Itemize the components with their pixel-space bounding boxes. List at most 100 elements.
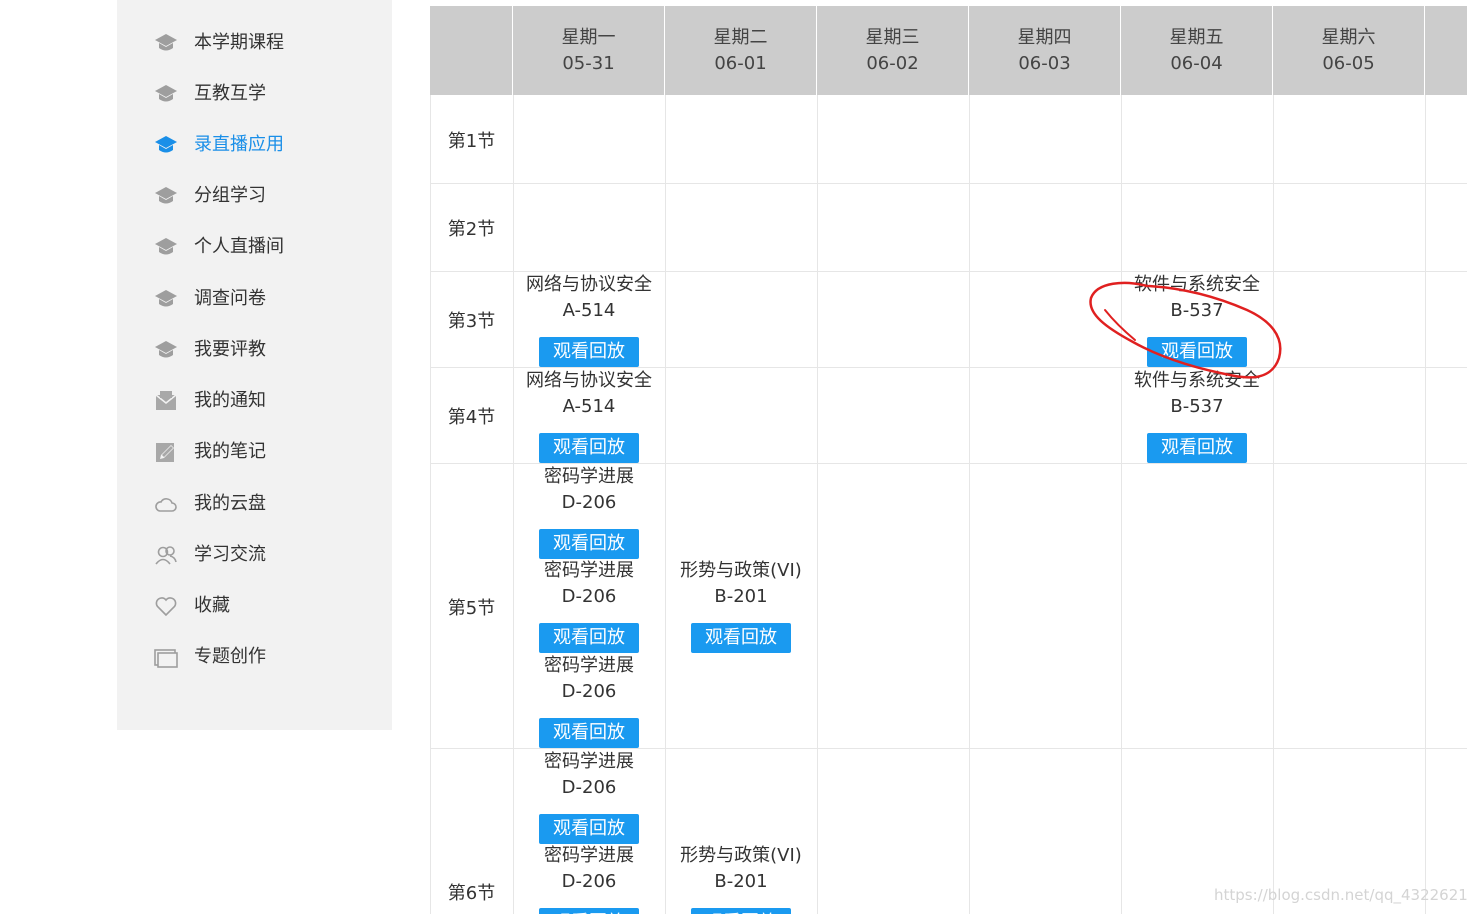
course-name: 密码学进展	[544, 466, 634, 487]
sidebar-item-cloud-disk[interactable]: 我的云盘	[117, 478, 392, 529]
watch-replay-button[interactable]: 观看回放	[539, 908, 639, 914]
watch-replay-button[interactable]: 观看回放	[691, 908, 791, 914]
sidebar-item-label: 录直播应用	[194, 134, 284, 155]
day-header: 星期三 06-02	[817, 6, 969, 95]
course-room: B-537	[1170, 396, 1224, 417]
watch-replay-button[interactable]: 观看回放	[539, 718, 639, 748]
notepad-icon	[156, 443, 174, 462]
sidebar-item-label: 分组学习	[194, 185, 266, 206]
cap-icon	[155, 238, 177, 255]
sidebar-item-peer-learning[interactable]: 互教互学	[117, 68, 392, 119]
course-name: 网络与协议安全	[526, 370, 652, 391]
course-room: B-201	[714, 586, 768, 607]
course-name: 软件与系统安全	[1134, 370, 1260, 391]
day-header: 星期四 06-03	[969, 6, 1121, 95]
watermark: https://blog.csdn.net/qq_43226213	[1214, 886, 1467, 904]
grid-line	[817, 95, 818, 914]
sidebar-item-label: 我要评教	[194, 339, 266, 360]
cap-icon	[155, 187, 177, 204]
course-card: 网络与协议安全 A-514 观看回放	[513, 272, 665, 367]
watch-replay-button[interactable]: 观看回放	[539, 337, 639, 367]
grid-line	[430, 183, 1467, 184]
day-date: 06-04	[1170, 53, 1223, 74]
day-name: 星期三	[865, 27, 920, 48]
course-room: B-537	[1170, 300, 1224, 321]
sidebar-item-personal-live[interactable]: 个人直播间	[117, 221, 392, 272]
course-room: A-514	[562, 396, 616, 417]
course-room: D-206	[561, 492, 617, 513]
sidebar-item-discussion[interactable]: 学习交流	[117, 529, 392, 580]
period-label: 第2节	[447, 219, 496, 240]
course-card: 形势与政策(VI) B-201 观看回放	[665, 558, 817, 653]
day-name: 星期二	[713, 27, 768, 48]
heart-icon	[155, 597, 177, 617]
watch-replay-button[interactable]: 观看回放	[539, 433, 639, 463]
course-card: 软件与系统安全 B-537 观看回放	[1121, 368, 1273, 463]
grid-line	[969, 95, 970, 914]
day-date: 06-01	[714, 53, 767, 74]
day-date: 05-31	[562, 53, 615, 74]
cloud-icon	[155, 498, 177, 512]
sidebar-item-survey[interactable]: 调查问卷	[117, 273, 392, 324]
grid-line	[1121, 95, 1122, 914]
course-card: 形势与政策(VI) B-201 观看回放	[665, 843, 817, 914]
course-name: 网络与协议安全	[526, 274, 652, 295]
period-label: 第1节	[447, 131, 496, 152]
sidebar-item-notifications[interactable]: 我的通知	[117, 375, 392, 426]
watch-replay-button[interactable]: 观看回放	[1147, 337, 1247, 367]
watch-replay-button[interactable]: 观看回放	[539, 623, 639, 653]
sidebar-item-label: 本学期课程	[194, 32, 284, 53]
sidebar-item-label: 收藏	[194, 595, 230, 616]
grid-line	[1425, 95, 1426, 914]
sidebar-item-favorites[interactable]: 收藏	[117, 580, 392, 631]
day-header: 星期一 05-31	[513, 6, 665, 95]
sidebar-item-notes[interactable]: 我的笔记	[117, 426, 392, 477]
sidebar-item-evaluation[interactable]: 我要评教	[117, 324, 392, 375]
cap-icon	[155, 85, 177, 102]
sidebar-item-group-study[interactable]: 分组学习	[117, 170, 392, 221]
course-name: 软件与系统安全	[1134, 274, 1260, 295]
watch-replay-button[interactable]: 观看回放	[539, 529, 639, 559]
course-room: D-206	[561, 586, 617, 607]
cap-icon	[155, 136, 177, 153]
course-card: 软件与系统安全 B-537 观看回放	[1121, 272, 1273, 367]
cap-icon	[155, 290, 177, 307]
watch-replay-button[interactable]: 观看回放	[539, 814, 639, 844]
grid-line	[1273, 95, 1274, 914]
sidebar-item-recording-apps[interactable]: 录直播应用	[117, 119, 392, 170]
users-icon	[155, 546, 177, 565]
window-icon	[154, 649, 178, 668]
course-room: D-206	[561, 871, 617, 892]
sidebar-item-label: 互教互学	[194, 83, 266, 104]
course-card: 密码学进展 D-206 观看回放	[513, 558, 665, 653]
sidebar: 本学期课程 互教互学 录直播应用 分组学习 个人直播间 调查问卷 我要评教 我的…	[117, 0, 392, 730]
watch-replay-button[interactable]: 观看回放	[1147, 433, 1247, 463]
period-label: 第4节	[447, 407, 496, 428]
day-date: 06-03	[1018, 53, 1071, 74]
cap-icon	[155, 341, 177, 358]
course-room: D-206	[561, 681, 617, 702]
sidebar-item-current-courses[interactable]: 本学期课程	[117, 17, 392, 68]
watch-replay-button[interactable]: 观看回放	[691, 623, 791, 653]
sidebar-item-label: 调查问卷	[194, 288, 266, 309]
course-room: B-201	[714, 871, 768, 892]
sidebar-item-label: 我的笔记	[194, 441, 266, 462]
course-name: 密码学进展	[544, 655, 634, 676]
course-schedule: 星期一 05-31 星期二 06-01 星期三 06-02 星期四 06-03 …	[430, 6, 1467, 914]
course-name: 形势与政策(VI)	[680, 560, 802, 581]
sidebar-item-topic-creation[interactable]: 专题创作	[117, 631, 392, 682]
day-date: 06-05	[1322, 53, 1375, 74]
day-name: 星期一	[561, 27, 616, 48]
sidebar-item-label: 我的云盘	[194, 493, 266, 514]
course-card: 密码学进展 D-206 观看回放	[513, 653, 665, 748]
period-label: 第3节	[447, 311, 496, 332]
day-name: 星期五	[1169, 27, 1224, 48]
course-name: 密码学进展	[544, 560, 634, 581]
day-header: 星期二 06-01	[665, 6, 817, 95]
day-header-partial	[1425, 6, 1467, 95]
grid-line	[665, 95, 666, 914]
period-label: 第5节	[447, 598, 496, 619]
course-card: 密码学进展 D-206 观看回放	[513, 843, 665, 914]
day-name: 星期四	[1017, 27, 1072, 48]
course-room: A-514	[562, 300, 616, 321]
